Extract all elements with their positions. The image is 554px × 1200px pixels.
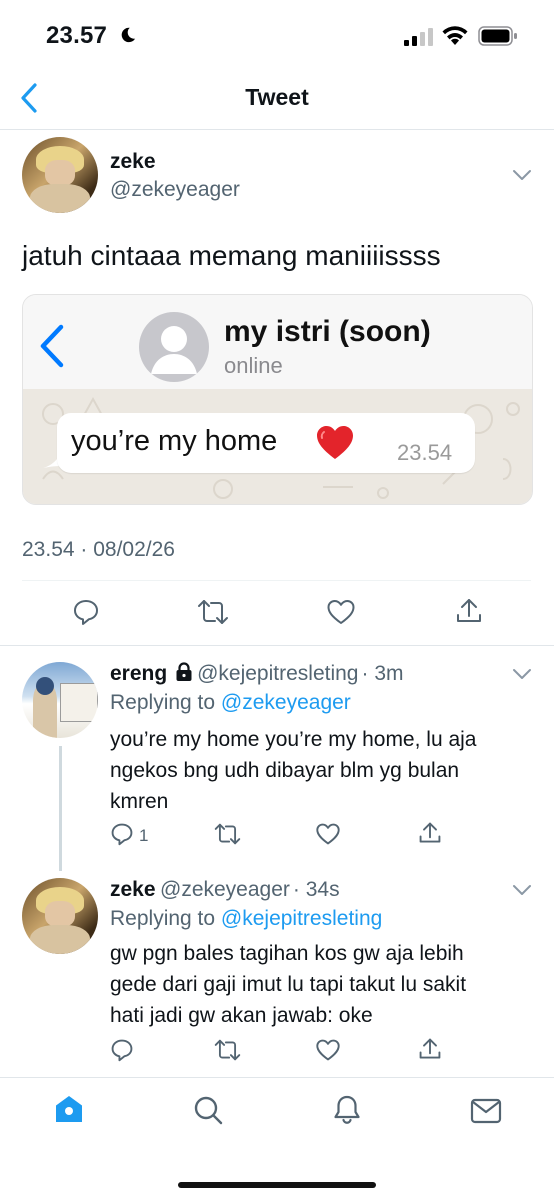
reply-author-name[interactable]: zeke (110, 878, 156, 901)
reply-icon[interactable] (110, 822, 134, 846)
tweet-text: jatuh cintaaa memang maniiiissss (22, 240, 441, 271)
lock-icon (176, 662, 192, 681)
share-icon[interactable] (455, 597, 483, 625)
avatar[interactable] (22, 137, 98, 213)
reply-text-line: gw pgn bales tagihan kos gw aja lebih (110, 942, 464, 965)
like-icon[interactable] (315, 822, 341, 846)
avatar[interactable] (22, 662, 98, 738)
reply-icon[interactable] (110, 1038, 134, 1062)
reply-author-name[interactable]: ereng (110, 662, 167, 685)
like-icon[interactable] (326, 598, 356, 626)
home-indicator (178, 1182, 376, 1188)
divider (0, 645, 554, 646)
replying-to-link[interactable]: @kejepitresleting (221, 907, 382, 930)
reply-header: zeke @zekeyeager · 34s (110, 878, 340, 902)
contact-status: online (224, 353, 283, 378)
reply-text-line: ngekos bng udh dibayar blm yg bulan (110, 759, 460, 782)
replying-to-link[interactable]: @zekeyeager (221, 691, 351, 714)
like-icon[interactable] (315, 1038, 341, 1062)
reply-text-line: hati jadi gw akan jawab: oke (110, 1004, 373, 1027)
replying-prefix: Replying to (110, 907, 216, 930)
tweet-author-name[interactable]: zeke (110, 150, 156, 174)
nav-divider (0, 129, 554, 130)
avatar[interactable] (22, 878, 98, 954)
reply-text: you’re my home you’re my home, lu aja ng… (110, 724, 477, 817)
chevron-down-icon[interactable] (512, 884, 532, 896)
back-chevron-icon (40, 324, 64, 368)
retweet-icon[interactable] (214, 822, 241, 846)
reply-icon[interactable] (72, 598, 100, 626)
nav-title: Tweet (245, 84, 309, 110)
reply-text-line: you’re my home you’re my home, lu aja (110, 728, 477, 751)
reply-author-handle[interactable]: @kejepitresleting (197, 662, 358, 685)
reply-time: · 34s (292, 878, 340, 901)
battery-icon (478, 26, 517, 46)
reply-header: ereng @kejepitresleting · 3m (110, 662, 404, 686)
home-icon[interactable] (54, 1094, 84, 1124)
replying-to: Replying to @zekeyeager (110, 691, 351, 715)
thread-line (59, 746, 62, 871)
reply-author-handle[interactable]: @zekeyeager (160, 878, 290, 901)
divider (22, 580, 531, 581)
share-icon[interactable] (418, 1037, 442, 1061)
red-heart-icon (317, 426, 353, 459)
reply-text: gw pgn bales tagihan kos gw aja lebih ge… (110, 938, 466, 1031)
share-icon[interactable] (418, 821, 442, 845)
chevron-down-icon[interactable] (512, 668, 532, 680)
retweet-icon[interactable] (197, 598, 229, 626)
contact-avatar (139, 312, 209, 382)
reply-text-line: kmren (110, 790, 169, 813)
chevron-down-icon[interactable] (512, 169, 532, 181)
retweet-icon[interactable] (214, 1038, 241, 1062)
replying-prefix: Replying to (110, 691, 216, 714)
status-time: 23.57 (46, 22, 108, 49)
contact-name: my istri (soon) (224, 315, 431, 348)
tab-bar-divider (0, 1077, 554, 1078)
tweet-timestamp: 23.54 · 08/02/26 (22, 538, 175, 561)
tweet-author-handle[interactable]: @zekeyeager (110, 178, 240, 202)
reply-text-line: gede dari gaji imut lu tapi takut lu sak… (110, 973, 467, 996)
signal-icon (404, 28, 433, 46)
notifications-icon[interactable] (332, 1094, 362, 1124)
reply-time: · 3m (361, 662, 404, 685)
chat-message-time: 23.54 (397, 440, 453, 465)
chat-message: you’re my home (71, 425, 278, 457)
tweet-media-image[interactable]: my istri (soon) online you’re my home 23… (22, 294, 533, 505)
wifi-icon (442, 26, 468, 45)
moon-icon (121, 27, 136, 43)
messages-icon[interactable] (470, 1097, 502, 1125)
replying-to: Replying to @kejepitresleting (110, 907, 382, 931)
search-icon[interactable] (193, 1095, 223, 1125)
reply-count: 1 (139, 826, 149, 845)
